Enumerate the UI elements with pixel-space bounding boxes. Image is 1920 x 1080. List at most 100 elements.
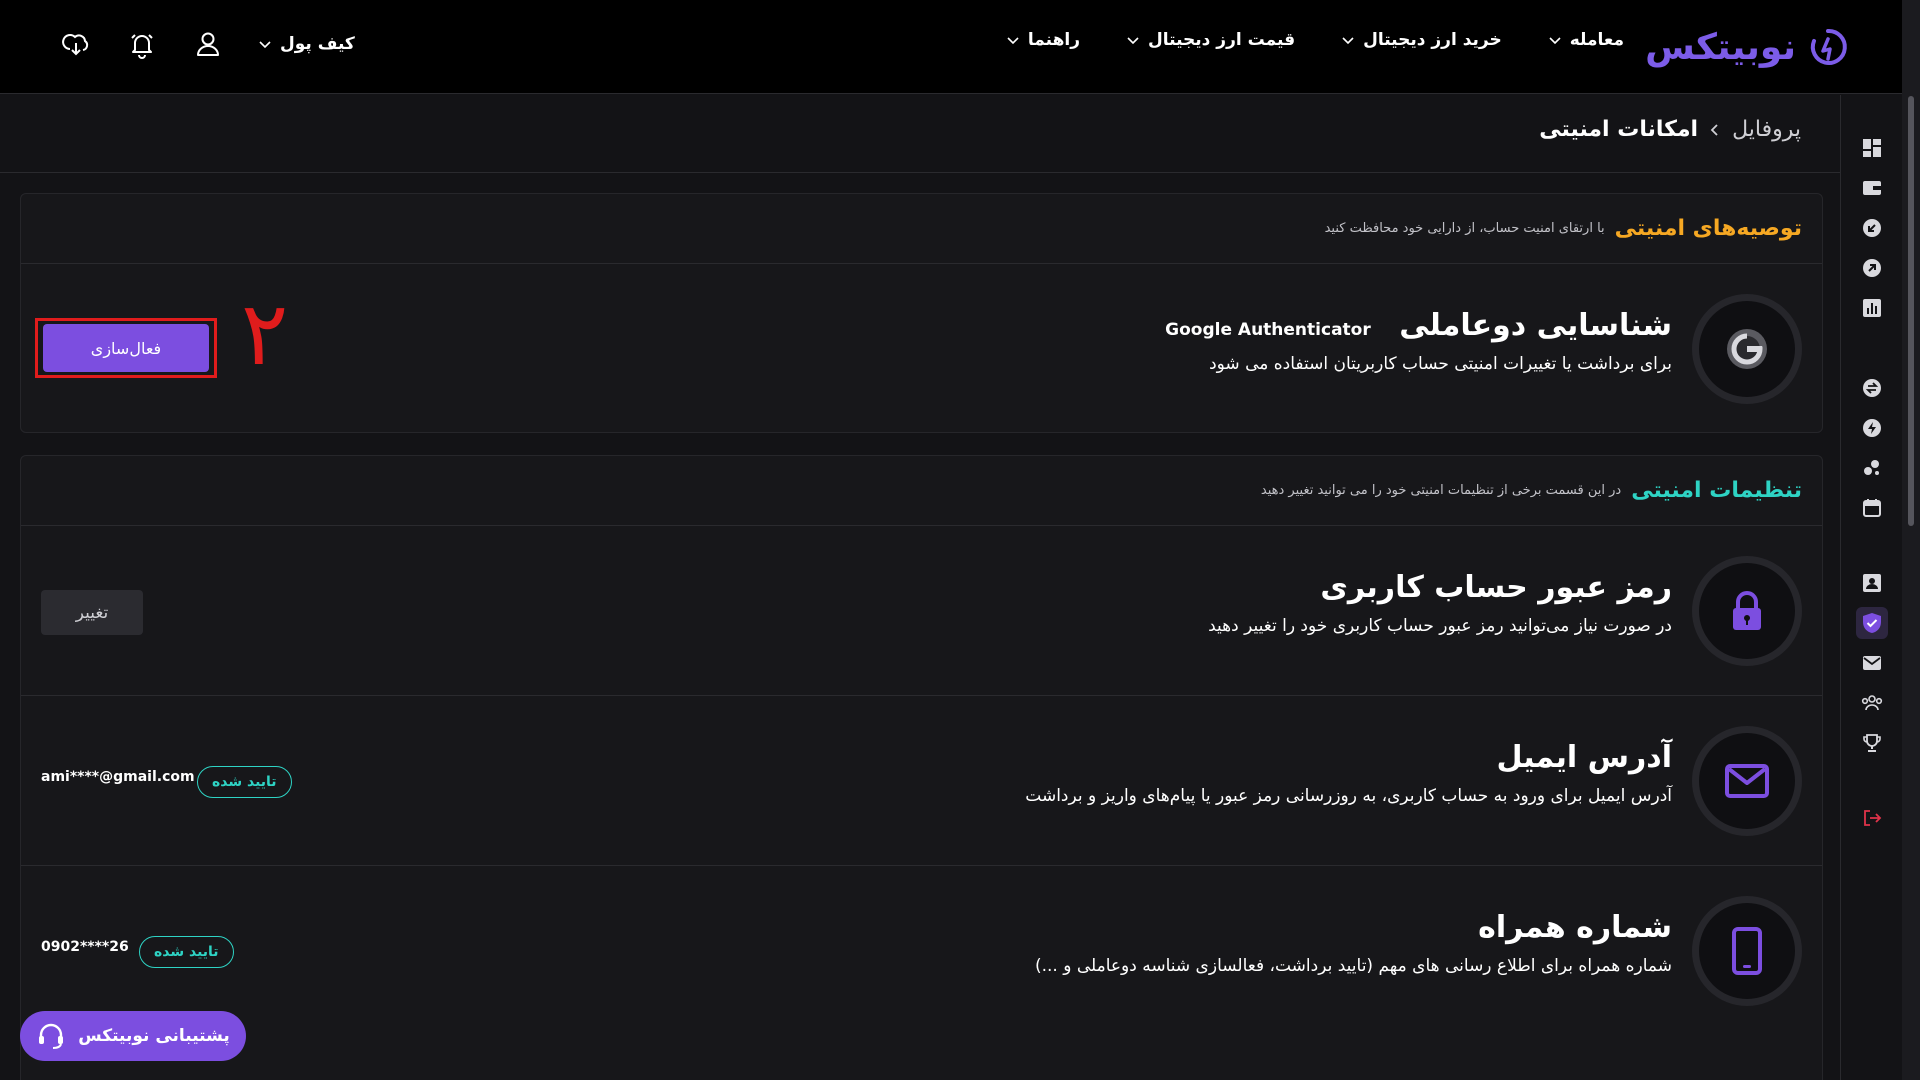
mail-icon-circle	[1692, 726, 1802, 836]
coins-icon	[1864, 460, 1879, 475]
page-title: امکانات امنیتی	[1539, 117, 1699, 142]
email-value: ami****@gmail.com	[41, 769, 195, 785]
users-icon	[1861, 695, 1883, 711]
sidebar	[1840, 95, 1902, 1080]
sidebar-item-staking[interactable]	[1856, 452, 1888, 484]
sidebar-item-rewards[interactable]	[1856, 727, 1888, 759]
logo-mark-icon	[1810, 28, 1847, 65]
two-factor-title-text: شناسایی دوعاملی	[1399, 308, 1672, 343]
shield-icon	[1863, 613, 1881, 633]
wallet-icon	[1863, 181, 1881, 195]
email-verified-badge: تایید شده	[197, 766, 292, 798]
email-row: آدرس ایمیل آدرس ایمیل برای ورود به حساب …	[21, 696, 1822, 866]
recommendations-title: توصیه‌های امنیتی	[1614, 216, 1802, 241]
phone-icon-circle	[1692, 896, 1802, 1006]
breadcrumb: پروفایل امکانات امنیتی	[1539, 117, 1801, 142]
sidebar-item-reports[interactable]	[1856, 292, 1888, 324]
sidebar-item-deposit[interactable]	[1856, 212, 1888, 244]
scrollbar-thumb[interactable]	[1908, 96, 1914, 526]
sidebar-item-quick-trade[interactable]	[1856, 412, 1888, 444]
user-icon	[197, 32, 219, 56]
sidebar-item-calendar[interactable]	[1856, 492, 1888, 524]
convert-icon	[1863, 379, 1881, 397]
download-icon	[62, 34, 89, 56]
phone-description: شماره همراه برای اطلاع رسانی های مهم (تا…	[1034, 956, 1672, 976]
lock-icon	[1733, 591, 1761, 630]
nav-trade[interactable]: معامله	[1548, 30, 1624, 50]
security-settings-card: تنظیمات امنیتی در این قسمت برخی از تنظیم…	[20, 455, 1823, 1080]
settings-subtitle: در این قسمت برخی از تنظیمات امنیتی خود ر…	[1260, 483, 1622, 498]
phone-value: 0902****26	[41, 939, 129, 955]
password-row: رمز عبور حساب کاربری در صورت نیاز می‌توا…	[21, 526, 1822, 696]
mobile-phone-icon	[1732, 927, 1762, 975]
lock-icon-circle	[1692, 556, 1802, 666]
top-navigation: نوبیتکس معامله خرید ارز دیجیتال قیمت ارز…	[0, 0, 1920, 94]
two-factor-title: شناسایی دوعاملی Google Authenticator	[1165, 308, 1672, 343]
sidebar-item-logout[interactable]	[1856, 802, 1888, 834]
nav-crypto-prices-label: قیمت ارز دیجیتال	[1148, 30, 1296, 50]
nav-guide[interactable]: راهنما	[1006, 30, 1080, 50]
two-factor-description: برای برداشت یا تغییرات امنیتی حساب کاربر…	[1209, 354, 1672, 374]
sidebar-item-withdraw[interactable]	[1856, 252, 1888, 284]
chevron-left-icon	[1710, 123, 1718, 136]
logo[interactable]: نوبیتکس	[1645, 22, 1848, 72]
phone-verified-badge: تایید شده	[139, 936, 234, 968]
profile-button[interactable]	[192, 28, 224, 60]
change-password-button[interactable]: تغییر	[41, 590, 143, 635]
email-description: آدرس ایمیل برای ورود به حساب کاربری، به …	[1025, 786, 1672, 806]
card-header: توصیه‌های امنیتی با ارتقای امنیت حساب، ا…	[21, 194, 1822, 264]
chevron-down-icon	[1342, 37, 1354, 45]
password-title: رمز عبور حساب کاربری	[1320, 570, 1672, 605]
breadcrumb-profile[interactable]: پروفایل	[1732, 117, 1801, 142]
security-recommendations-card: توصیه‌های امنیتی با ارتقای امنیت حساب، ا…	[20, 193, 1823, 433]
page-scrollbar[interactable]	[1902, 0, 1920, 1080]
lightning-icon	[1863, 419, 1881, 437]
logo-text: نوبیتکس	[1645, 26, 1796, 68]
nav-trade-label: معامله	[1569, 30, 1624, 50]
chevron-down-icon	[1007, 37, 1019, 45]
password-description: در صورت نیاز می‌توانید رمز عبور حساب کار…	[1208, 616, 1672, 636]
chevron-down-icon	[259, 41, 271, 49]
sidebar-item-dashboard[interactable]	[1856, 132, 1888, 164]
notifications-button[interactable]	[126, 28, 158, 60]
wallet-label: کیف پول	[280, 34, 355, 54]
deposit-icon	[1863, 219, 1881, 237]
sidebar-item-convert[interactable]	[1856, 372, 1888, 404]
calendar-icon	[1863, 499, 1881, 517]
headset-icon	[39, 1023, 64, 1049]
chevron-down-icon	[1127, 37, 1139, 45]
sidebar-item-profile[interactable]	[1856, 567, 1888, 599]
support-button[interactable]: پشتیبانی نوبیتکس	[20, 1011, 246, 1061]
card-header: تنظیمات امنیتی در این قسمت برخی از تنظیم…	[21, 456, 1822, 526]
authenticator-icon	[1727, 329, 1767, 369]
nav-crypto-prices[interactable]: قیمت ارز دیجیتال	[1126, 30, 1295, 50]
id-card-icon	[1863, 574, 1881, 592]
sidebar-item-security[interactable]	[1856, 607, 1888, 639]
sidebar-item-wallet[interactable]	[1856, 172, 1888, 204]
recommendations-subtitle: با ارتقای امنیت حساب، از دارایی خود محاف…	[1324, 221, 1605, 236]
activate-2fa-button[interactable]: فعال‌سازی	[43, 324, 209, 372]
mail-icon	[1725, 764, 1769, 798]
nav-buy-crypto-label: خرید ارز دیجیتال	[1363, 30, 1502, 50]
bell-icon	[131, 34, 153, 59]
google-authenticator-label: Google Authenticator	[1165, 320, 1371, 340]
withdraw-icon	[1863, 259, 1881, 277]
trophy-icon	[1863, 734, 1881, 752]
chart-icon	[1863, 299, 1881, 317]
google-authenticator-icon	[1692, 294, 1802, 404]
phone-title: شماره همراه	[1478, 910, 1672, 945]
sidebar-item-referral[interactable]	[1856, 687, 1888, 719]
envelope-icon	[1863, 656, 1881, 670]
main-nav: معامله خرید ارز دیجیتال قیمت ارز دیجیتال…	[1006, 30, 1624, 50]
nav-buy-crypto[interactable]: خرید ارز دیجیتال	[1341, 30, 1502, 50]
nav-guide-label: راهنما	[1027, 30, 1080, 50]
settings-title: تنظیمات امنیتی	[1631, 478, 1802, 503]
wallet-menu[interactable]: کیف پول	[258, 34, 355, 54]
annotation-number: ۲	[241, 282, 289, 385]
logout-icon	[1864, 810, 1882, 826]
sidebar-item-messages[interactable]	[1856, 647, 1888, 679]
chevron-down-icon	[1549, 37, 1561, 45]
phone-row: شماره همراه شماره همراه برای اطلاع رسانی…	[21, 866, 1822, 1036]
download-app-button[interactable]	[60, 28, 92, 60]
header-tools: کیف پول	[60, 28, 355, 60]
